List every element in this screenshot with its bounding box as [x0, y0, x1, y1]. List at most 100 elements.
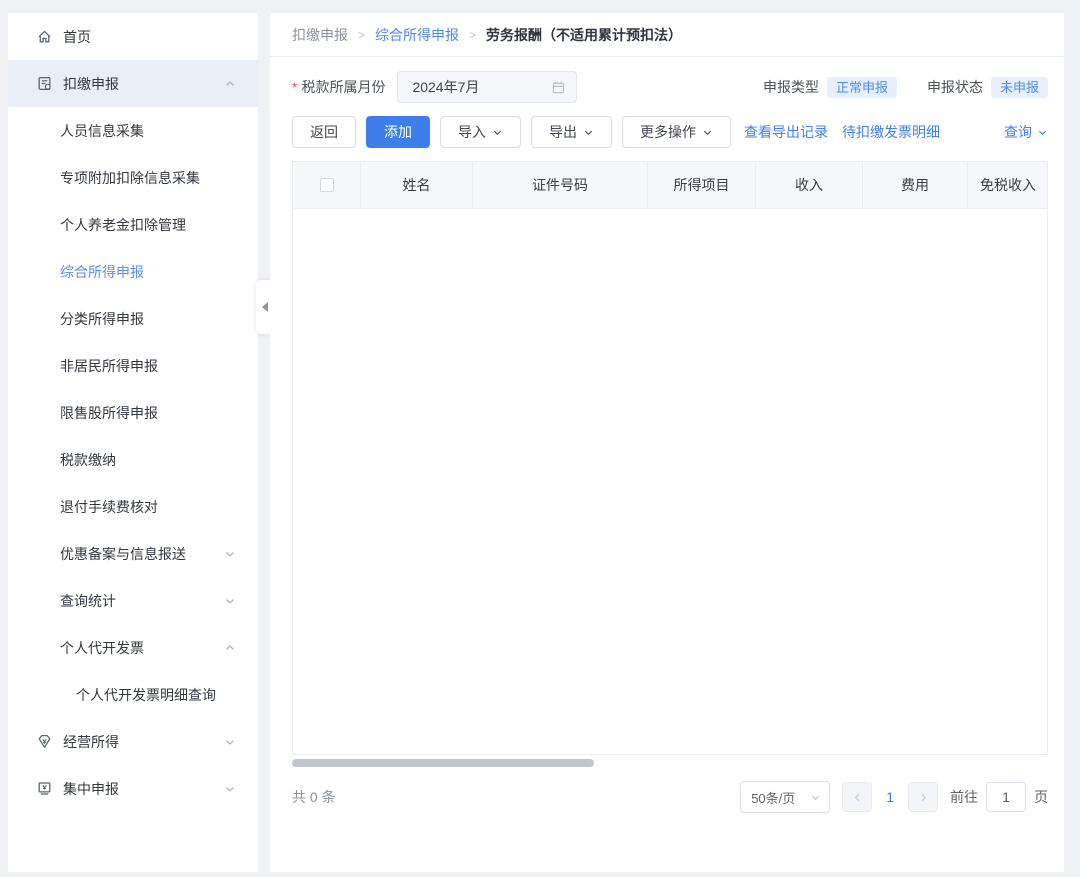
sidebar-item-label: 退付手续费核对 [60, 497, 158, 517]
column-header-id-number: 证件号码 [473, 162, 648, 208]
export-label: 导出 [549, 122, 577, 142]
breadcrumb: 扣缴申报 > 综合所得申报 > 劳务报酬（不适用累计预扣法） [270, 13, 1064, 57]
sidebar-item-home[interactable]: 首页 [8, 13, 258, 60]
sidebar-item-centralized-filing[interactable]: 集中申报 [8, 765, 258, 812]
declaration-state-label: 申报状态 [927, 77, 983, 97]
breadcrumb-item-link[interactable]: 综合所得申报 [375, 25, 459, 45]
export-dropdown-button[interactable]: 导出 [531, 116, 612, 148]
prev-page-button[interactable] [842, 782, 872, 812]
view-export-records-link[interactable]: 查看导出记录 [744, 122, 828, 142]
more-actions-dropdown-button[interactable]: 更多操作 [622, 116, 731, 148]
sidebar-item-nonresident-income[interactable]: 非居民所得申报 [8, 342, 258, 389]
select-all-cell [293, 162, 361, 208]
chevron-up-icon [224, 642, 236, 654]
sidebar-item-label: 首页 [63, 27, 91, 47]
sidebar-item-comprehensive-income[interactable]: 综合所得申报 [8, 248, 258, 295]
chevron-down-icon [1037, 127, 1048, 138]
chevron-right-icon [918, 792, 929, 803]
sidebar-item-personnel-info[interactable]: 人员信息采集 [8, 107, 258, 154]
sidebar-item-label: 个人代开发票 [60, 638, 144, 658]
column-header-tax-free-income: 免税收入 [968, 162, 1048, 208]
sidebar-item-special-deduction[interactable]: 专项附加扣除信息采集 [8, 154, 258, 201]
query-toggle[interactable]: 查询 [1004, 122, 1048, 142]
sidebar-item-label: 专项附加扣除信息采集 [60, 168, 200, 188]
sidebar-item-label: 人员信息采集 [60, 121, 144, 141]
tax-month-picker[interactable]: 2024年7月 [397, 71, 577, 103]
declaration-state-badge: 未申报 [991, 77, 1048, 98]
total-count: 共 0 条 [292, 787, 336, 807]
collapse-left-icon [262, 302, 268, 312]
withholding-report-icon [36, 75, 53, 92]
chevron-down-icon [583, 127, 594, 138]
calendar-icon [551, 80, 566, 95]
sidebar-item-query-statistics[interactable]: 查询统计 [8, 577, 258, 624]
chevron-down-icon [810, 792, 821, 803]
filter-row: * 税款所属月份 2024年7月 申报类型 正常申报 申报状态 未申报 [292, 71, 1048, 103]
sidebar-item-label: 集中申报 [63, 779, 119, 799]
sidebar-item-label: 分类所得申报 [60, 309, 144, 329]
home-icon [36, 28, 53, 45]
required-mark: * [292, 79, 297, 95]
import-dropdown-button[interactable]: 导入 [440, 116, 521, 148]
query-label: 查询 [1004, 122, 1032, 142]
sidebar-item-preferential-filing[interactable]: 优惠备案与信息报送 [8, 530, 258, 577]
sidebar-item-label: 税款缴纳 [60, 450, 116, 470]
page-unit-label: 页 [1034, 787, 1048, 807]
sidebar-item-label: 限售股所得申报 [60, 403, 158, 423]
breadcrumb-separator: > [358, 28, 365, 42]
column-header-expense: 费用 [863, 162, 968, 208]
sidebar-item-label: 综合所得申报 [60, 262, 144, 282]
chevron-down-icon [702, 127, 713, 138]
page-title: 劳务报酬（不适用累计预扣法） [486, 25, 682, 45]
centralized-filing-icon [36, 780, 53, 797]
goto-label: 前往 [950, 787, 978, 807]
breadcrumb-separator: > [469, 28, 476, 42]
horizontal-scrollbar [292, 757, 1048, 769]
pagination: 共 0 条 50条/页 1 前往 页 [292, 781, 1048, 813]
sidebar-item-withholding-report[interactable]: 扣缴申报 [8, 60, 258, 107]
page-size-select[interactable]: 50条/页 [740, 781, 830, 813]
sidebar-item-label: 经营所得 [63, 732, 119, 752]
sidebar-item-refund-fee-check[interactable]: 退付手续费核对 [8, 483, 258, 530]
sidebar-item-pension-deduction[interactable]: 个人养老金扣除管理 [8, 201, 258, 248]
tax-month-label: 税款所属月份 [301, 77, 385, 97]
chevron-up-icon [224, 78, 236, 90]
sidebar-item-restricted-shares[interactable]: 限售股所得申报 [8, 389, 258, 436]
import-label: 导入 [458, 122, 486, 142]
chevron-down-icon [224, 595, 236, 607]
sidebar-item-personal-invoice-detail-query[interactable]: 个人代开发票明细查询 [8, 671, 258, 718]
goto-page-input[interactable] [986, 782, 1026, 812]
sidebar-item-label: 查询统计 [60, 591, 116, 611]
page-size-value: 50条/页 [751, 788, 795, 807]
declaration-type-badge: 正常申报 [827, 77, 897, 98]
add-button[interactable]: 添加 [366, 116, 430, 148]
chevron-down-icon [224, 783, 236, 795]
pending-withholding-invoice-detail-link[interactable]: 待扣缴发票明细 [842, 122, 940, 142]
sidebar-item-tax-payment[interactable]: 税款缴纳 [8, 436, 258, 483]
sidebar-item-label: 个人代开发票明细查询 [76, 685, 216, 705]
sidebar-item-label: 个人养老金扣除管理 [60, 215, 186, 235]
sidebar-item-business-income[interactable]: 经营所得 [8, 718, 258, 765]
column-header-income: 收入 [756, 162, 863, 208]
chevron-down-icon [492, 127, 503, 138]
sidebar-item-personal-invoice[interactable]: 个人代开发票 [8, 624, 258, 671]
column-header-income-item: 所得项目 [648, 162, 756, 208]
horizontal-scrollbar-thumb[interactable] [292, 759, 594, 767]
next-page-button[interactable] [908, 782, 938, 812]
main-panel: 扣缴申报 > 综合所得申报 > 劳务报酬（不适用累计预扣法） * 税款所属月份 … [270, 13, 1064, 872]
toolbar: 返回 添加 导入 导出 更多操作 查看导出记录 待扣缴发票明细 查询 [292, 116, 1048, 148]
chevron-left-icon [852, 792, 863, 803]
select-all-checkbox[interactable] [320, 178, 334, 192]
tax-month-value: 2024年7月 [412, 77, 479, 97]
current-page[interactable]: 1 [884, 789, 896, 805]
table-header-row: 姓名 证件号码 所得项目 收入 费用 免税收入 [293, 161, 1047, 209]
data-table: 姓名 证件号码 所得项目 收入 费用 免税收入 [292, 161, 1048, 755]
breadcrumb-item: 扣缴申报 [292, 25, 348, 45]
status-group: 申报类型 正常申报 申报状态 未申报 [763, 77, 1048, 98]
back-button[interactable]: 返回 [292, 116, 356, 148]
sidebar: 首页 扣缴申报 人员信息采集 专项附加扣除信息采集 个人养老金扣除管理 综合所得… [8, 13, 258, 872]
business-income-icon [36, 733, 53, 750]
sidebar-item-classified-income[interactable]: 分类所得申报 [8, 295, 258, 342]
sidebar-item-label: 非居民所得申报 [60, 356, 158, 376]
column-header-name: 姓名 [361, 162, 473, 208]
